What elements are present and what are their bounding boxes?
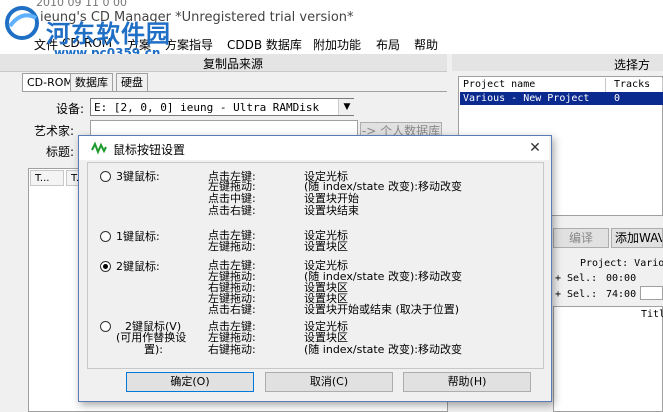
action-desc: 设置块结束 — [304, 204, 359, 217]
table-row[interactable]: Various - New Project 0 — [460, 92, 663, 105]
option-label-3-button[interactable]: 3键鼠标: — [116, 171, 160, 182]
radio-1-button-mouse[interactable] — [100, 231, 111, 242]
radio-2-button-mouse[interactable] — [100, 261, 111, 272]
waveform-icon — [91, 141, 107, 155]
row-tracks: 0 — [614, 93, 621, 104]
action-desc: 设置块开始或结束 (取决于位置) — [304, 303, 460, 316]
option-label-1-button[interactable]: 1键鼠标: — [116, 231, 160, 242]
action-desc: 设置块区 — [304, 240, 348, 253]
watermark-logo-icon — [5, 6, 39, 40]
tab-divider — [22, 91, 447, 92]
radio-2-button-mouse-alt[interactable] — [100, 321, 111, 332]
sel1-value: 00:00 — [606, 273, 637, 284]
action-desc: 设置块区 — [304, 331, 348, 344]
option-label-2-button-alt-line2[interactable]: (可用作替换设 — [116, 332, 186, 343]
title-list[interactable] — [553, 306, 663, 412]
project-label: Project: Vario — [580, 258, 663, 269]
artist-label: 艺术家: — [33, 124, 74, 138]
cancel-button[interactable]: 取消(C) — [265, 372, 393, 392]
row-project-name: Various - New Project — [463, 93, 590, 104]
action-label: 左键拖动: — [208, 331, 256, 344]
action-label: 点击中键: — [208, 192, 256, 205]
title-partial-text: 2010 09 11 0 00 — [36, 0, 127, 9]
compile-button[interactable]: 编译 — [553, 228, 609, 248]
project-panel-caption: 选择方 — [614, 58, 651, 72]
menu-project-guide[interactable]: 方案指导 — [165, 36, 213, 53]
action-desc: 设置块开始 — [304, 192, 359, 205]
tab-harddisk[interactable]: 硬盘 — [116, 73, 148, 91]
menu-help[interactable]: 帮助 — [414, 36, 438, 53]
sel2-field[interactable] — [640, 286, 663, 300]
dialog-title: 鼠标按钮设置 — [113, 143, 186, 157]
source-panel-caption: 复制品来源 — [203, 57, 264, 71]
menu-extras[interactable]: 附加功能 — [313, 36, 361, 53]
help-button[interactable]: 帮助(H) — [403, 372, 531, 392]
list-header-1[interactable]: T... — [30, 170, 64, 186]
col-project-name[interactable]: Project name — [463, 78, 606, 92]
menu-cddb[interactable]: CDDB 数据库 — [227, 36, 302, 53]
sel2-label: + Sel.: — [555, 289, 598, 300]
add-wav-button[interactable]: 添加WAV文 — [611, 228, 663, 248]
col-title-partial: Titl — [641, 309, 663, 320]
sel1-label: + Sel.: — [555, 273, 598, 284]
radio-3-button-mouse[interactable] — [100, 171, 111, 182]
close-icon[interactable]: ✕ — [526, 139, 544, 157]
action-desc: (随 index/state 改变):移动改变 — [304, 180, 462, 193]
ok-button[interactable]: 确定(O) — [126, 372, 254, 392]
action-desc: (随 index/state 改变):移动改变 — [304, 343, 462, 356]
chevron-down-icon[interactable]: ▼ — [338, 99, 355, 115]
action-label: 点击右键: — [208, 303, 256, 316]
action-label: 左键拖动: — [208, 180, 256, 193]
device-label: 设备: — [55, 102, 84, 116]
col-tracks[interactable]: Tracks — [614, 78, 663, 92]
sel2-value: 74:00 — [606, 289, 637, 300]
option-label-2-button[interactable]: 2键鼠标: — [116, 261, 160, 272]
menu-layout[interactable]: 布局 — [376, 36, 400, 53]
action-label: 右键拖动: — [208, 343, 256, 356]
watermark-text: 河东软件园 — [46, 20, 171, 48]
tab-database[interactable]: 数据库 — [70, 73, 113, 91]
action-label: 左键拖动: — [208, 240, 256, 253]
device-select[interactable]: E: [2, 0, 0] ieung - Ultra RAMDisk — [90, 98, 354, 116]
title-label: 标题: — [45, 145, 74, 159]
option-label-2-button-alt-line3[interactable]: 置): — [144, 344, 163, 355]
action-label: 点击右键: — [208, 204, 256, 217]
